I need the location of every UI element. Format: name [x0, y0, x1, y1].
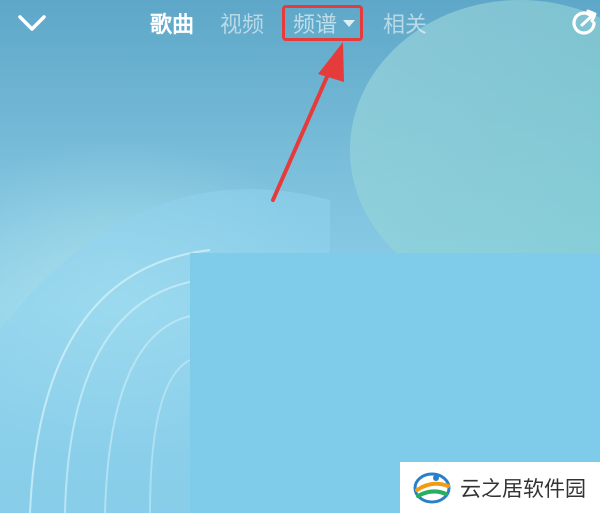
tab-related-label: 相关 [383, 13, 428, 38]
tab-videos-label: 视频 [220, 13, 265, 38]
top-bar: 歌曲 视频 频谱 相关 [0, 0, 600, 46]
watermark-text: 云之居软件园 [460, 476, 586, 501]
watermark: 云之居软件园 [400, 462, 600, 513]
share-button[interactable] [568, 8, 600, 38]
site-logo-icon [413, 472, 451, 503]
tab-spectrum[interactable]: 频谱 [282, 5, 364, 41]
tab-videos[interactable]: 视频 [220, 7, 264, 39]
dropdown-caret-icon [343, 19, 356, 27]
player-screen: 歌曲 视频 频谱 相关 云之居软件园 [0, 0, 600, 513]
collapse-button[interactable] [14, 8, 50, 38]
share-icon [572, 9, 597, 35]
chevron-down-icon [18, 15, 46, 31]
tab-songs-label: 歌曲 [150, 13, 195, 38]
tab-related[interactable]: 相关 [383, 7, 427, 39]
tab-songs[interactable]: 歌曲 [150, 7, 194, 39]
tab-bar: 歌曲 视频 频谱 相关 [150, 4, 453, 42]
tab-spectrum-label: 频谱 [293, 13, 338, 38]
